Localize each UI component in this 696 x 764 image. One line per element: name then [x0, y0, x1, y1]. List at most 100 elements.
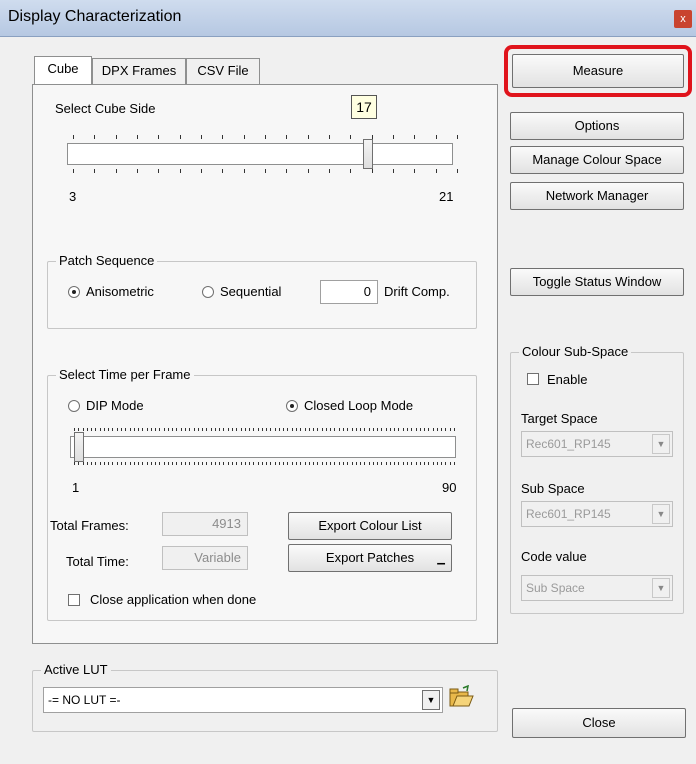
slider-tick	[270, 462, 272, 465]
slider-tick	[142, 428, 144, 431]
slider-tick	[435, 169, 437, 173]
slider-tick	[163, 462, 165, 465]
close-when-done-checkbox[interactable]	[68, 594, 80, 606]
tab-dpx-frames[interactable]: DPX Frames	[92, 58, 186, 84]
time-slider-ticks-bottom	[74, 462, 455, 468]
slider-tick	[265, 169, 266, 173]
slider-tick	[243, 169, 245, 173]
slider-tick	[398, 428, 400, 431]
time-per-frame-slider-track[interactable]	[70, 436, 456, 458]
slider-tick	[428, 462, 430, 465]
time-per-frame-slider-thumb[interactable]	[74, 432, 84, 462]
enable-checkbox[interactable]	[527, 373, 539, 385]
chevron-down-icon: ▼	[422, 690, 440, 710]
options-button[interactable]: Options	[510, 112, 684, 140]
slider-tick	[103, 462, 105, 465]
export-colour-list-button[interactable]: Export Colour List	[288, 512, 452, 540]
export-patches-button[interactable]: Export Patches ▁	[288, 544, 452, 572]
slider-tick	[317, 462, 319, 465]
slider-tick	[265, 135, 266, 139]
folder-open-icon[interactable]	[447, 684, 475, 711]
slider-tick	[393, 169, 394, 173]
target-space-select: Rec601_RP145 ▼	[521, 431, 673, 457]
measure-button[interactable]: Measure	[512, 54, 684, 88]
slider-tick	[120, 462, 122, 465]
anisometric-radio[interactable]	[68, 286, 80, 298]
slider-tick	[402, 462, 404, 465]
slider-tick	[240, 428, 242, 431]
active-lut-value: -= NO LUT =-	[48, 693, 121, 707]
slider-tick	[449, 462, 451, 465]
slider-tick	[253, 428, 255, 431]
drift-comp-input[interactable]: 0	[320, 280, 378, 304]
slider-tick	[347, 462, 349, 465]
slider-tick	[91, 428, 93, 431]
slider-tick	[133, 462, 135, 465]
slider-tick	[78, 428, 80, 431]
slider-tick	[222, 135, 224, 139]
tab-cube[interactable]: Cube	[34, 56, 92, 84]
slider-tick	[91, 462, 93, 465]
slider-tick	[223, 428, 225, 431]
slider-tick	[368, 428, 370, 431]
cube-side-slider-thumb[interactable]	[363, 139, 374, 169]
slider-tick	[243, 135, 245, 139]
slider-tick	[355, 428, 357, 431]
toggle-status-window-button[interactable]: Toggle Status Window	[510, 268, 684, 296]
slider-tick	[179, 169, 181, 173]
patch-sequence-group: Patch Sequence Anisometric Sequential 0 …	[47, 253, 477, 329]
total-frames-label: Total Frames:	[50, 518, 129, 533]
slider-tick	[266, 462, 268, 465]
slider-tick	[351, 428, 353, 431]
slider-tick	[240, 462, 242, 465]
close-window-icon[interactable]: x	[674, 10, 692, 28]
slider-tick	[287, 462, 289, 465]
slider-tick	[454, 428, 455, 431]
slider-tick	[398, 462, 400, 465]
slider-tick	[338, 462, 340, 465]
slider-tick	[415, 462, 417, 465]
slider-tick	[414, 169, 416, 173]
dip-mode-label: DIP Mode	[86, 398, 144, 413]
slider-tick	[334, 428, 336, 431]
slider-tick	[94, 169, 96, 173]
slider-tick	[180, 428, 182, 431]
closed-loop-mode-radio[interactable]	[286, 400, 298, 412]
dropdown-arrow-icon: ▁	[437, 554, 445, 565]
slider-tick	[364, 428, 366, 431]
title-bar: Display Characterization x	[0, 0, 696, 37]
sequential-radio[interactable]	[202, 286, 214, 298]
export-patches-label: Export Patches	[325, 550, 415, 565]
slider-tick	[411, 428, 413, 431]
slider-tick	[210, 462, 212, 465]
network-manager-button[interactable]: Network Manager	[510, 182, 684, 210]
chevron-down-icon: ▼	[652, 434, 670, 454]
slider-tick	[377, 428, 379, 431]
slider-tick	[167, 462, 169, 465]
slider-tick	[227, 428, 229, 431]
slider-tick	[236, 428, 238, 431]
slider-tick	[274, 428, 276, 431]
slider-tick	[457, 169, 458, 173]
slider-tick	[95, 428, 97, 431]
slider-tick	[86, 428, 88, 431]
time-per-frame-group: Select Time per Frame DIP Mode Closed Lo…	[47, 367, 477, 621]
slider-tick	[377, 462, 379, 465]
slider-tick	[270, 428, 272, 431]
cube-side-slider-track[interactable]	[67, 143, 453, 165]
active-lut-select[interactable]: -= NO LUT =- ▼	[43, 687, 443, 713]
slider-tick	[321, 428, 323, 431]
slider-tick	[415, 428, 417, 431]
slider-tick	[286, 169, 288, 173]
dip-mode-radio[interactable]	[68, 400, 80, 412]
slider-tick	[193, 462, 195, 465]
slider-tick	[249, 462, 251, 465]
tab-csv-file[interactable]: CSV File	[186, 58, 260, 84]
slider-tick	[394, 462, 396, 465]
manage-colour-space-button[interactable]: Manage Colour Space	[510, 146, 684, 174]
slider-tick	[125, 462, 127, 465]
close-button[interactable]: Close	[512, 708, 686, 738]
slider-tick	[99, 462, 101, 465]
slider-tick	[372, 428, 374, 431]
slider-tick	[325, 428, 327, 431]
